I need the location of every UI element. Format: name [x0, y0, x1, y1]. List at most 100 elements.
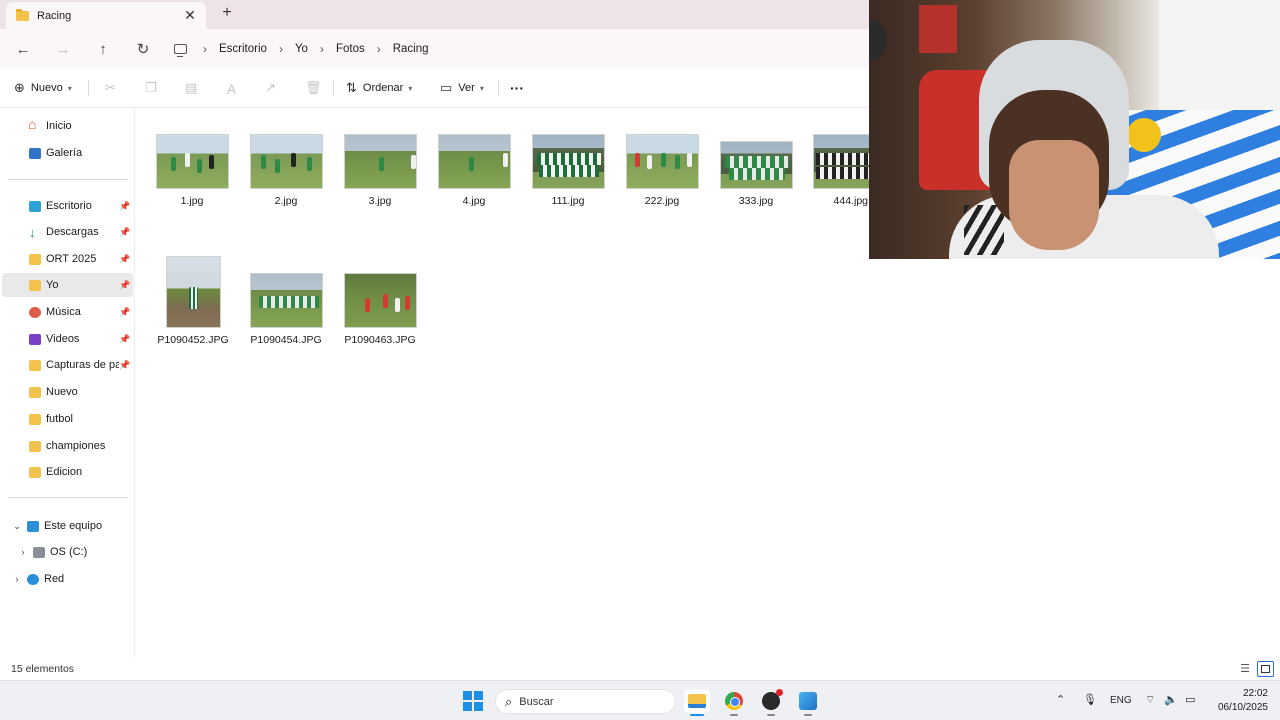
pin-icon: 📌	[119, 253, 131, 264]
chevron-right-icon[interactable]: ›	[203, 42, 207, 56]
sidebar-item-capturas[interactable]: Capturas de pant 📌	[2, 353, 133, 377]
close-tab-icon[interactable]: ✕	[180, 7, 200, 24]
drive-icon	[33, 546, 45, 558]
file-name: 222.jpg	[644, 195, 680, 207]
breadcrumb-racing[interactable]: Racing	[393, 43, 429, 55]
image-thumbnail	[165, 256, 221, 328]
sidebar-item-yo[interactable]: Yo 📌	[2, 273, 133, 297]
share-icon[interactable]: ↗	[265, 78, 276, 98]
sidebar-item-label: futbol	[46, 413, 73, 425]
file-item[interactable]: P1090454.JPG	[239, 256, 333, 346]
file-item[interactable]: P1090452.JPG	[146, 256, 240, 346]
sidebar-item-label: Escritorio	[46, 200, 92, 212]
clock[interactable]: 22:02 06/10/2025	[1204, 687, 1268, 715]
file-item[interactable]: 222.jpg	[615, 134, 709, 207]
more-options-icon[interactable]: ···	[510, 78, 524, 98]
obs-app[interactable]	[758, 689, 784, 716]
chevron-right-icon[interactable]: ›	[377, 42, 381, 56]
file-item[interactable]: P1090463.JPG	[333, 256, 427, 346]
wifi-icon[interactable]: ⌔	[1145, 693, 1155, 707]
battery-icon[interactable]: ▭	[1185, 693, 1195, 706]
image-thumbnail	[343, 134, 417, 189]
taskbar: ⌕ Buscar ⌃ 🎙 ENG ⌔ 🔈 ▭ 22:02 06/10/2025	[0, 680, 1280, 720]
this-pc-icon[interactable]	[174, 44, 187, 57]
photos-app[interactable]	[795, 689, 821, 716]
forward-arrow-icon[interactable]: →	[52, 38, 74, 60]
sidebar-item-nuevo[interactable]: Nuevo	[2, 380, 133, 404]
new-button[interactable]: ⊕ Nuevo ▾	[14, 78, 72, 98]
chevron-right-icon[interactable]: ›	[10, 574, 24, 584]
chevron-right-icon[interactable]: ›	[320, 42, 324, 56]
microphone-icon[interactable]: 🎙	[1083, 693, 1097, 706]
sidebar-item-red[interactable]: › Red	[2, 567, 133, 591]
desktop-icon	[29, 200, 41, 212]
sidebar-item-championes[interactable]: championes	[2, 434, 133, 458]
file-item[interactable]: 444.jpg	[803, 134, 870, 207]
new-tab-button[interactable]: +	[218, 4, 236, 24]
sidebar-item-label: Videos	[46, 333, 80, 345]
taskbar-search[interactable]: ⌕ Buscar	[495, 689, 676, 714]
gallery-icon	[29, 147, 41, 159]
sidebar-item-edicion[interactable]: Edicion	[2, 460, 133, 484]
show-hidden-icons-icon[interactable]: ⌃	[1056, 693, 1065, 706]
sidebar-item-os-c[interactable]: › OS (C:)	[2, 540, 133, 564]
file-item[interactable]: 333.jpg	[709, 134, 803, 207]
image-thumbnail	[249, 273, 323, 328]
sidebar-item-escritorio[interactable]: Escritorio 📌	[2, 194, 133, 218]
sidebar-item-musica[interactable]: Música 📌	[2, 300, 133, 324]
chevron-right-icon[interactable]: ›	[16, 547, 30, 557]
up-arrow-icon[interactable]: ↑	[92, 38, 114, 60]
search-placeholder: Buscar	[519, 695, 554, 708]
details-view-icon[interactable]: ☰	[1238, 662, 1252, 676]
folder-icon	[29, 440, 41, 452]
shirt-stripes	[964, 205, 1004, 255]
rename-icon[interactable]: Ａ	[225, 78, 238, 98]
sidebar-item-label: Inicio	[46, 120, 72, 132]
file-item[interactable]: 1.jpg	[145, 134, 239, 207]
sort-button[interactable]: ⇅ Ordenar ▾	[346, 78, 412, 98]
tab-racing[interactable]: Racing ✕	[6, 2, 206, 29]
file-item[interactable]: 3.jpg	[333, 134, 427, 207]
image-thumbnail	[813, 134, 870, 189]
chevron-down-icon[interactable]: ⌄	[10, 521, 24, 532]
sidebar-item-futbol[interactable]: futbol	[2, 407, 133, 431]
pin-icon: 📌	[119, 226, 131, 237]
file-explorer-icon	[688, 694, 706, 708]
chrome-app[interactable]	[721, 689, 747, 716]
breadcrumb-fotos[interactable]: Fotos	[336, 43, 365, 55]
sidebar-item-descargas[interactable]: ↓ Descargas 📌	[2, 220, 133, 244]
file-explorer-app[interactable]	[684, 689, 710, 716]
sidebar-item-inicio[interactable]: Inicio	[2, 114, 133, 138]
navigation-pane: Inicio Galería Escritorio 📌 ↓ Descargas …	[0, 108, 135, 658]
language-indicator[interactable]: ENG	[1110, 695, 1132, 706]
file-item[interactable]: 111.jpg	[521, 134, 615, 207]
pin-icon: 📌	[119, 306, 131, 317]
sidebar-item-este-equipo[interactable]: ⌄ Este equipo	[2, 514, 133, 538]
file-name: 4.jpg	[462, 195, 486, 207]
file-name: P1090452.JPG	[157, 334, 229, 346]
breadcrumb-yo[interactable]: Yo	[295, 43, 308, 55]
sidebar-item-ort-2025[interactable]: ORT 2025 📌	[2, 247, 133, 271]
clock-time: 22:02	[1242, 688, 1268, 699]
volume-icon[interactable]: 🔈	[1164, 693, 1178, 706]
tiles-view-icon[interactable]	[1257, 661, 1274, 677]
refresh-icon[interactable]: ↻	[132, 38, 154, 60]
back-arrow-icon[interactable]: ←	[12, 38, 34, 60]
sidebar-item-videos[interactable]: Videos 📌	[2, 327, 133, 351]
file-item[interactable]: 2.jpg	[239, 134, 333, 207]
copy-icon[interactable]: ❐	[145, 78, 157, 98]
image-thumbnail	[437, 134, 511, 189]
file-name: 444.jpg	[833, 195, 868, 207]
sidebar-item-galeria[interactable]: Galería	[2, 141, 133, 165]
paste-icon[interactable]: ▤	[185, 78, 197, 98]
chevron-right-icon[interactable]: ›	[279, 42, 283, 56]
view-button[interactable]: ▭ Ver ▾	[440, 78, 484, 98]
file-item[interactable]: 4.jpg	[427, 134, 521, 207]
cut-icon[interactable]: ✂	[105, 78, 116, 98]
delete-icon[interactable]: 🗑	[305, 78, 322, 98]
image-thumbnail	[719, 141, 793, 189]
breadcrumb-escritorio[interactable]: Escritorio	[219, 43, 267, 55]
status-bar: 15 elementos ☰	[0, 658, 1280, 680]
start-icon[interactable]	[463, 691, 483, 711]
sidebar-item-label: Capturas de pant	[46, 359, 119, 371]
